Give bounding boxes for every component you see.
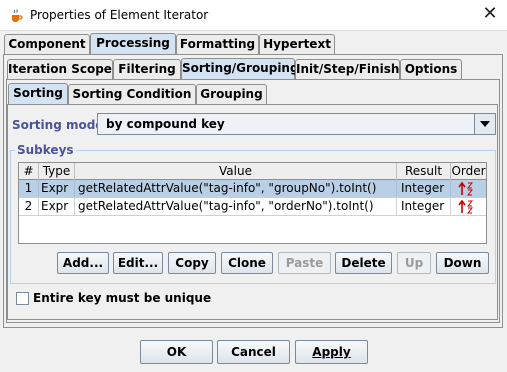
window-title: Properties of Element Iterator [30,8,209,22]
tab-options[interactable]: Options [400,59,462,79]
ok-button[interactable]: OK [140,340,213,364]
tab-component[interactable]: Component [4,34,90,54]
table-row[interactable]: 1 Expr getRelatedAttrValue("tag-info", "… [19,180,486,198]
tab-filtering[interactable]: Filtering [113,59,181,79]
column-header-result[interactable]: Result [397,163,451,180]
up-button[interactable]: Up [397,252,431,274]
column-header-type[interactable]: Type [39,163,75,180]
unique-key-label[interactable]: Entire key must be unique [33,291,211,305]
tab-grouping[interactable]: Grouping [196,84,267,104]
column-header-num[interactable]: # [19,163,39,180]
unique-key-checkbox[interactable] [16,292,29,305]
java-cup-icon [12,9,23,22]
delete-button[interactable]: Delete [335,252,392,274]
tabs-level2: Iteration Scope Filtering Sorting/Groupi… [7,58,501,80]
tabs-level3: Sorting Sorting Condition Grouping [8,83,496,105]
table-row[interactable]: 2 Expr getRelatedAttrValue("tag-info", "… [19,198,486,216]
cell-order[interactable] [451,198,486,215]
copy-button[interactable]: Copy [168,252,216,274]
table-header: # Type Value Result Order [19,163,486,180]
chevron-down-icon[interactable] [474,114,495,134]
add-button[interactable]: Add... [57,252,109,274]
cell-result: Integer [397,198,451,215]
cell-type: Expr [39,180,75,197]
sorting-mode-label: Sorting mode: [12,118,109,132]
tab-sorting[interactable]: Sorting [8,83,68,105]
cancel-button[interactable]: Cancel [217,340,290,364]
sort-ascending-icon [458,199,474,214]
sorting-mode-value: by compound key [106,117,225,131]
sort-ascending-icon [458,181,474,196]
tab-sorting-grouping[interactable]: Sorting/Grouping [181,58,299,80]
column-header-order[interactable]: Order [451,163,486,180]
tab-iteration-scope[interactable]: Iteration Scope [7,59,113,79]
close-icon[interactable]: ✕ [481,5,499,23]
tab-sorting-condition[interactable]: Sorting Condition [68,84,196,104]
tab-hypertext[interactable]: Hypertext [259,34,335,54]
subkeys-table[interactable]: # Type Value Result Order 1 Expr getRela… [18,162,487,244]
tab-formatting[interactable]: Formatting [176,34,259,54]
tabs-level1: Component Processing Formatting Hypertex… [4,33,502,55]
cell-value: getRelatedAttrValue("tag-info", "orderNo… [75,198,397,215]
cell-value: getRelatedAttrValue("tag-info", "groupNo… [75,180,397,197]
cell-type: Expr [39,198,75,215]
apply-button[interactable]: Apply [295,340,368,364]
edit-button[interactable]: Edit... [113,252,163,274]
column-header-value[interactable]: Value [75,163,397,180]
clone-button[interactable]: Clone [221,252,273,274]
cell-order[interactable] [451,180,486,197]
down-button[interactable]: Down [436,252,489,274]
cell-num: 1 [19,180,39,197]
cell-result: Integer [397,180,451,197]
subkeys-legend: Subkeys [15,143,76,157]
paste-button[interactable]: Paste [278,252,331,274]
tab-init-step-finish[interactable]: Init/Step/Finish [295,59,400,79]
title-bar: Properties of Element Iterator ✕ [0,0,507,31]
tab-processing[interactable]: Processing [90,33,176,55]
sorting-mode-select[interactable]: by compound key [97,113,496,135]
cell-num: 2 [19,198,39,215]
